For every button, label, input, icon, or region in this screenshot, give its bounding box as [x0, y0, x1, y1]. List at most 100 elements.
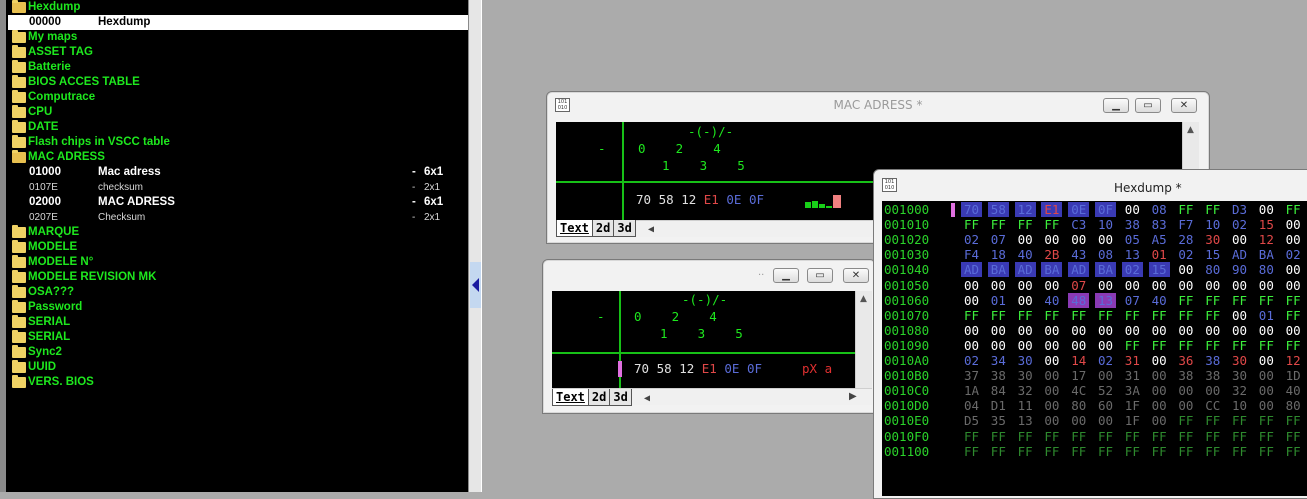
hex-byte[interactable]: 00: [1098, 232, 1113, 247]
tab-2d[interactable]: 2d: [587, 389, 611, 406]
hex-byte[interactable]: 00: [991, 338, 1006, 353]
tree-folder[interactable]: VERS. BIOS: [8, 375, 468, 390]
hex-byte[interactable]: 07: [991, 232, 1006, 247]
hex-byte[interactable]: FF: [1259, 338, 1274, 353]
byte-cell[interactable]: 0F: [747, 361, 762, 376]
hex-byte[interactable]: FF: [991, 308, 1006, 323]
hex-byte[interactable]: FF: [991, 444, 1006, 459]
hex-byte[interactable]: 4C: [1071, 383, 1086, 398]
hex-byte[interactable]: 00: [1232, 308, 1247, 323]
tree-folder[interactable]: SERIAL: [8, 315, 468, 330]
tab-3d[interactable]: 3d: [609, 389, 632, 406]
hex-byte[interactable]: 02: [1232, 217, 1247, 232]
hex-byte[interactable]: BA: [987, 262, 1009, 278]
tree-folder[interactable]: MAC ADRESS: [8, 150, 468, 165]
hex-byte[interactable]: 00: [1259, 398, 1274, 413]
hex-byte[interactable]: 00: [1125, 278, 1140, 293]
hex-byte[interactable]: FF: [1205, 202, 1220, 217]
byte-cell[interactable]: 58: [659, 192, 674, 207]
tree-folder[interactable]: Computrace: [8, 90, 468, 105]
hex-byte[interactable]: FF: [1044, 429, 1059, 444]
hex-byte[interactable]: FF: [1205, 338, 1220, 353]
hex-byte[interactable]: 32: [1232, 383, 1247, 398]
hex-byte[interactable]: FF: [1286, 429, 1301, 444]
hex-byte[interactable]: 00: [1152, 353, 1167, 368]
hex-byte[interactable]: 00: [1098, 323, 1113, 338]
hex-byte[interactable]: 80: [1205, 262, 1220, 277]
tree-folder[interactable]: Batterie: [8, 60, 468, 75]
hex-byte[interactable]: 30: [1232, 368, 1247, 383]
hex-byte[interactable]: FF: [1232, 293, 1247, 308]
hex-byte[interactable]: 00: [991, 278, 1006, 293]
hex-byte[interactable]: 00: [1152, 398, 1167, 413]
hex-byte[interactable]: 40: [1286, 383, 1301, 398]
hex-byte[interactable]: 00: [1018, 323, 1033, 338]
hex-byte[interactable]: FF: [1205, 413, 1220, 428]
hex-byte[interactable]: 04: [964, 398, 979, 413]
hex-byte[interactable]: 00: [1044, 398, 1059, 413]
hex-byte[interactable]: 00: [1071, 413, 1086, 428]
hex-byte[interactable]: FF: [1259, 429, 1274, 444]
hex-byte[interactable]: 58: [987, 202, 1009, 217]
maximize-button[interactable]: ▭: [807, 268, 833, 283]
hex-byte[interactable]: FF: [1098, 308, 1113, 323]
hex-byte[interactable]: D1: [991, 398, 1006, 413]
hex-byte[interactable]: FF: [964, 308, 979, 323]
hex-byte[interactable]: 35: [991, 413, 1006, 428]
hex-byte[interactable]: 40: [1018, 247, 1033, 262]
hex-byte[interactable]: BA: [1041, 262, 1063, 278]
tree-folder[interactable]: MARQUE: [8, 225, 468, 240]
hex-byte[interactable]: FF: [1205, 308, 1220, 323]
hex-byte[interactable]: 08: [1098, 247, 1113, 262]
hex-byte[interactable]: 30: [1018, 353, 1033, 368]
byte-cell[interactable]: 12: [679, 361, 694, 376]
hex-byte[interactable]: 10: [1232, 398, 1247, 413]
hex-byte[interactable]: FF: [991, 429, 1006, 444]
tree-leaf[interactable]: 00000 Hexdump: [8, 15, 468, 30]
hex-byte[interactable]: FF: [1071, 308, 1086, 323]
hex-byte[interactable]: 00: [1098, 338, 1113, 353]
tree-folder[interactable]: CPU: [8, 105, 468, 120]
hex-byte[interactable]: FF: [1286, 338, 1301, 353]
hex-byte[interactable]: 30: [1232, 353, 1247, 368]
hex-byte[interactable]: 00: [1152, 323, 1167, 338]
hex-byte[interactable]: FF: [1018, 308, 1033, 323]
byte-cell[interactable]: E1: [704, 192, 719, 207]
hex-byte[interactable]: AD: [1068, 262, 1090, 278]
hex-byte[interactable]: 00: [1098, 278, 1113, 293]
checksum-data-view[interactable]: -(-)/- - 0 2 4 1 3 5 70 58 12 E1 0E 0F p…: [552, 291, 855, 388]
hex-byte[interactable]: FF: [1044, 444, 1059, 459]
byte-cell[interactable]: 12: [681, 192, 696, 207]
tree-folder[interactable]: BIOS ACCES TABLE: [8, 75, 468, 90]
hex-byte[interactable]: 32: [1018, 383, 1033, 398]
mac-bytes[interactable]: 70 58 12 E1 0E 0F: [636, 193, 764, 207]
hex-byte[interactable]: 07: [1125, 293, 1140, 308]
hex-byte[interactable]: 02: [1098, 353, 1113, 368]
hex-byte[interactable]: FF: [1044, 217, 1059, 232]
hex-byte[interactable]: 13: [1125, 247, 1140, 262]
hex-byte[interactable]: FF: [1232, 338, 1247, 353]
hex-byte[interactable]: F7: [1178, 217, 1193, 232]
hex-byte[interactable]: FF: [1178, 429, 1193, 444]
hex-byte[interactable]: 38: [991, 368, 1006, 383]
hex-byte[interactable]: 00: [1178, 383, 1193, 398]
hex-byte[interactable]: 38: [1205, 368, 1220, 383]
tab-text[interactable]: Text: [556, 220, 593, 237]
hex-byte[interactable]: FF: [1205, 429, 1220, 444]
hex-byte[interactable]: 00: [1205, 383, 1220, 398]
hex-byte[interactable]: 80: [1286, 398, 1301, 413]
hex-byte[interactable]: FF: [1232, 444, 1247, 459]
hex-byte[interactable]: 52: [1098, 383, 1113, 398]
hex-byte[interactable]: 0F: [1095, 202, 1117, 217]
hex-byte[interactable]: FF: [1178, 293, 1193, 308]
hex-byte[interactable]: 12: [1014, 202, 1036, 217]
hex-byte[interactable]: D3: [1232, 202, 1247, 217]
hex-byte[interactable]: 00: [1152, 413, 1167, 428]
hex-byte[interactable]: 38: [1178, 368, 1193, 383]
hex-byte[interactable]: FF: [1178, 413, 1193, 428]
hex-byte[interactable]: 00: [1071, 323, 1086, 338]
hex-byte[interactable]: 07: [1071, 278, 1086, 293]
hex-byte[interactable]: FF: [964, 217, 979, 232]
scroll-up-icon[interactable]: ▲: [860, 294, 867, 304]
hex-byte[interactable]: FF: [1286, 293, 1301, 308]
